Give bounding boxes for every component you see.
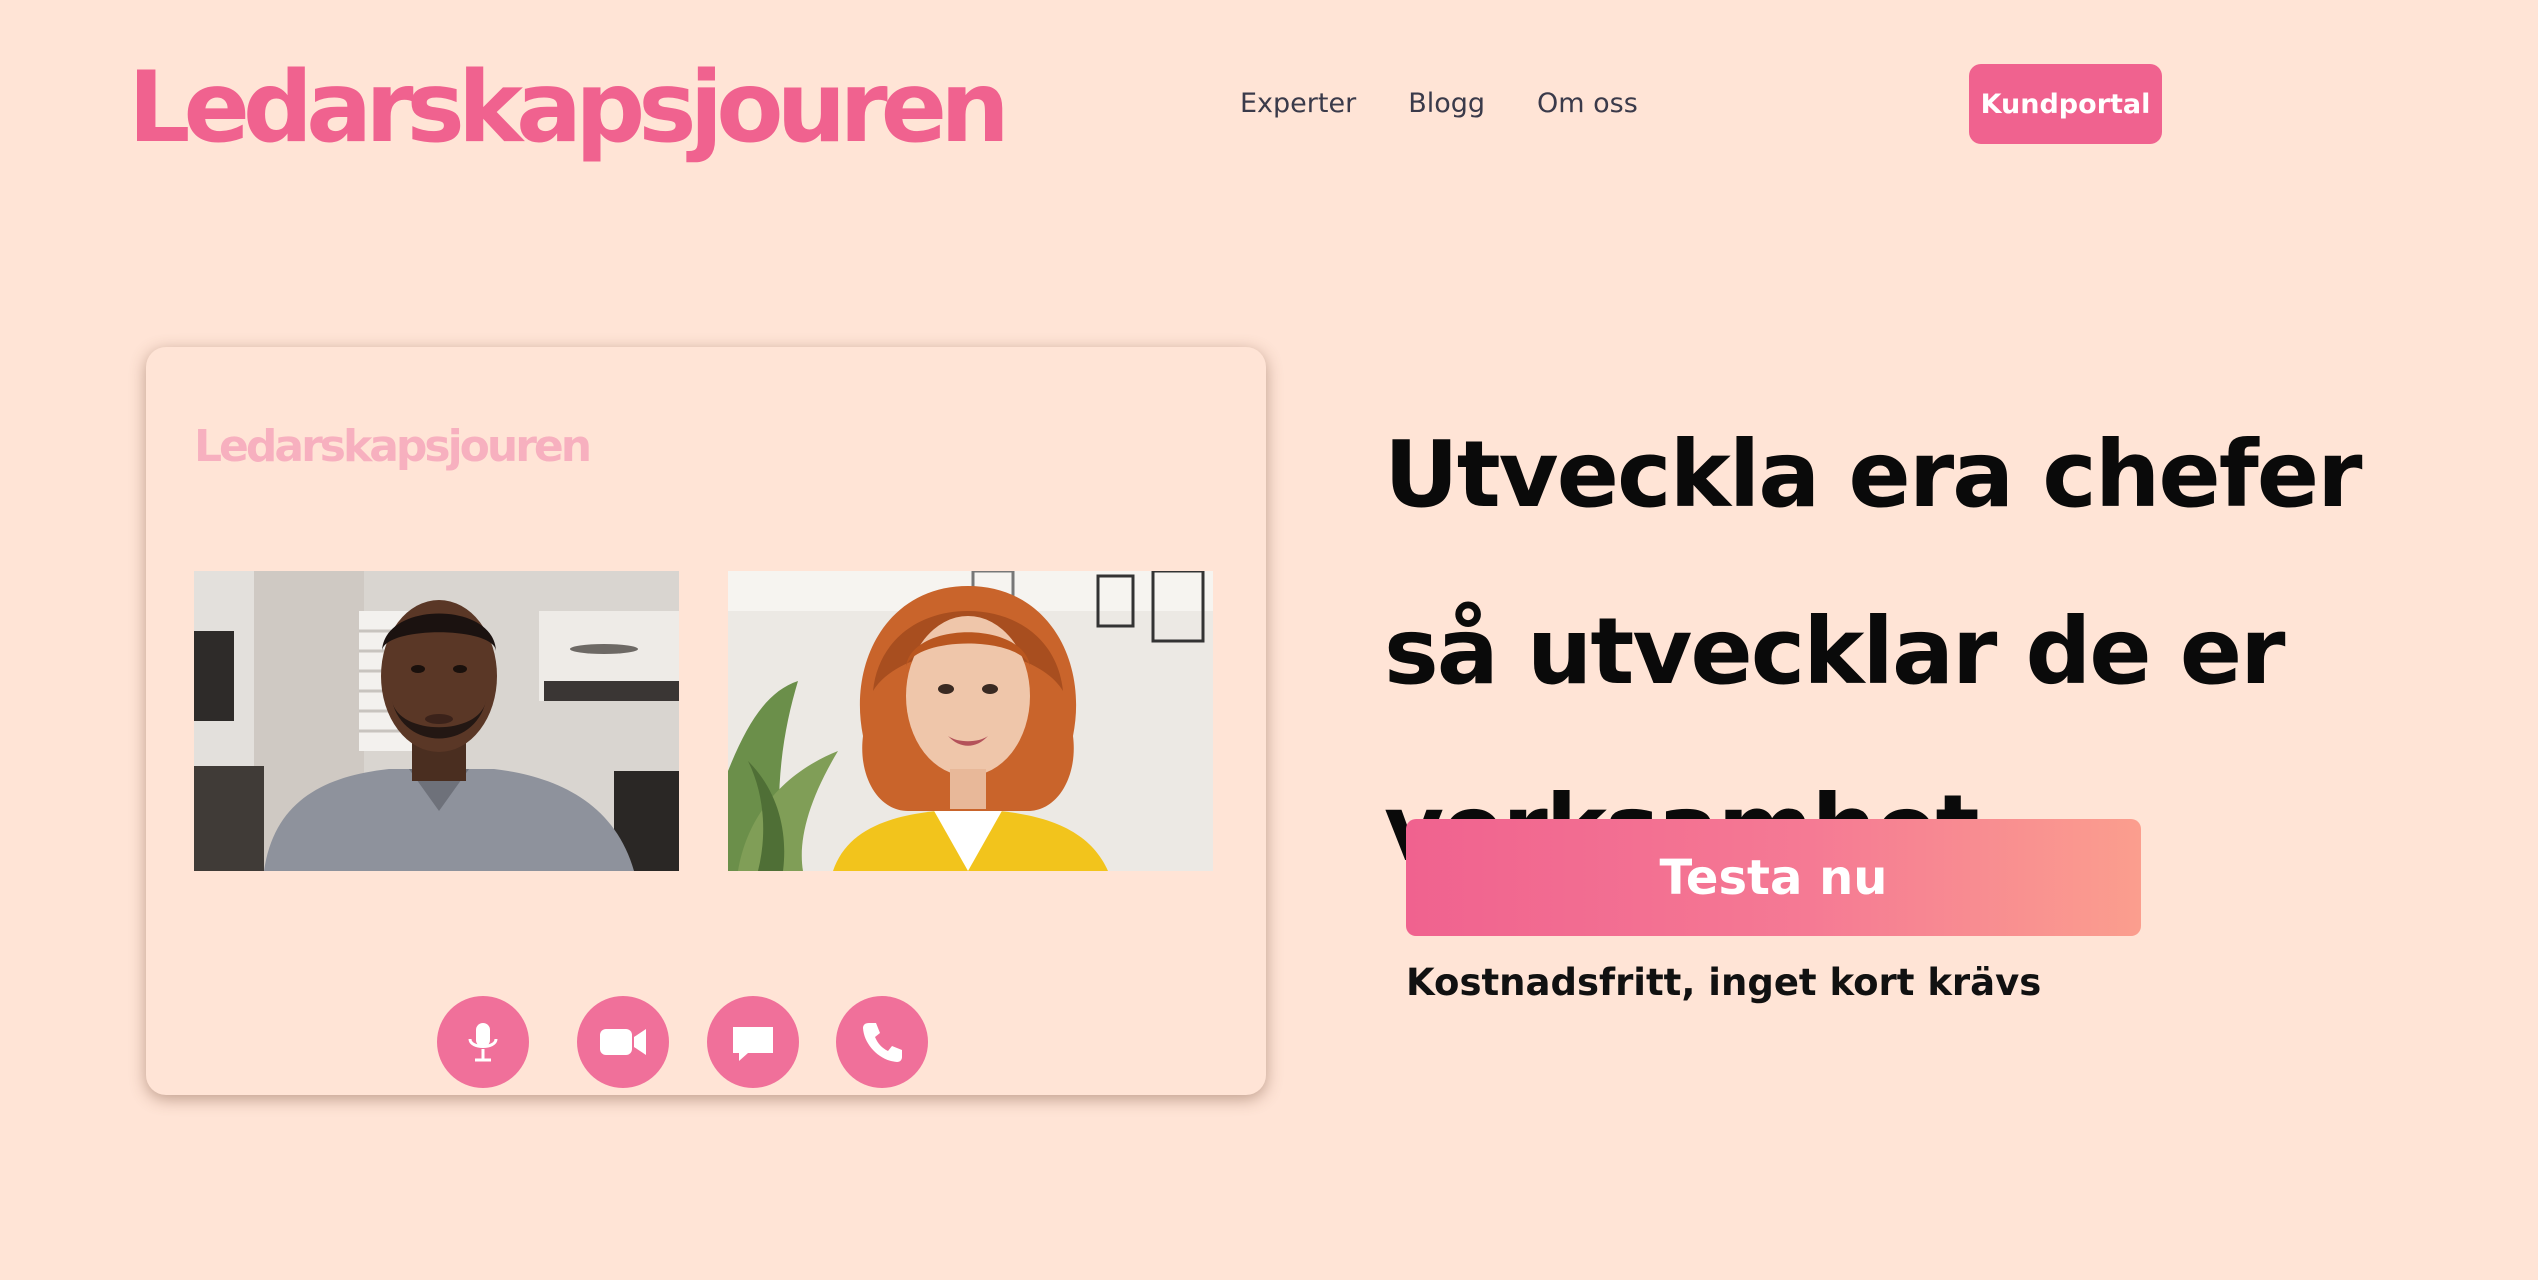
participant-video-man	[194, 571, 679, 871]
chat-button[interactable]	[707, 996, 799, 1088]
nav-link-experter[interactable]: Experter	[1240, 86, 1356, 122]
phone-button[interactable]	[836, 996, 928, 1088]
video-camera-icon	[600, 1029, 646, 1055]
cta-subline: Kostnadsfritt, inget kort krävs	[1406, 961, 2042, 1004]
nav-link-blogg[interactable]: Blogg	[1408, 86, 1485, 122]
video-camera-button[interactable]	[577, 996, 669, 1088]
site-logo[interactable]: Ledarskapsjouren	[128, 38, 1010, 178]
kundportal-button[interactable]: Kundportal	[1969, 64, 2162, 144]
woman-video-call-photo	[728, 571, 1213, 871]
man-video-call-photo	[194, 571, 679, 871]
video-call-card: Ledarskapsjouren	[146, 347, 1266, 1095]
chat-icon	[733, 1027, 773, 1061]
headline-line-1: Utveckla era chefer	[1384, 421, 2363, 528]
testa-nu-button[interactable]: Testa nu	[1406, 819, 2141, 936]
phone-icon	[863, 1023, 902, 1062]
call-card-logo: Ledarskapsjouren	[194, 421, 592, 472]
microphone-button[interactable]	[437, 996, 529, 1088]
landing-page: Ledarskapsjouren Experter Blogg Om oss K…	[0, 0, 2538, 1280]
headline-line-2: så utvecklar de er	[1384, 598, 2286, 705]
main-nav: Experter Blogg Om oss	[1240, 86, 1638, 122]
participant-video-woman	[728, 571, 1213, 871]
microphone-icon	[468, 1023, 498, 1062]
nav-link-om-oss[interactable]: Om oss	[1537, 86, 1638, 122]
